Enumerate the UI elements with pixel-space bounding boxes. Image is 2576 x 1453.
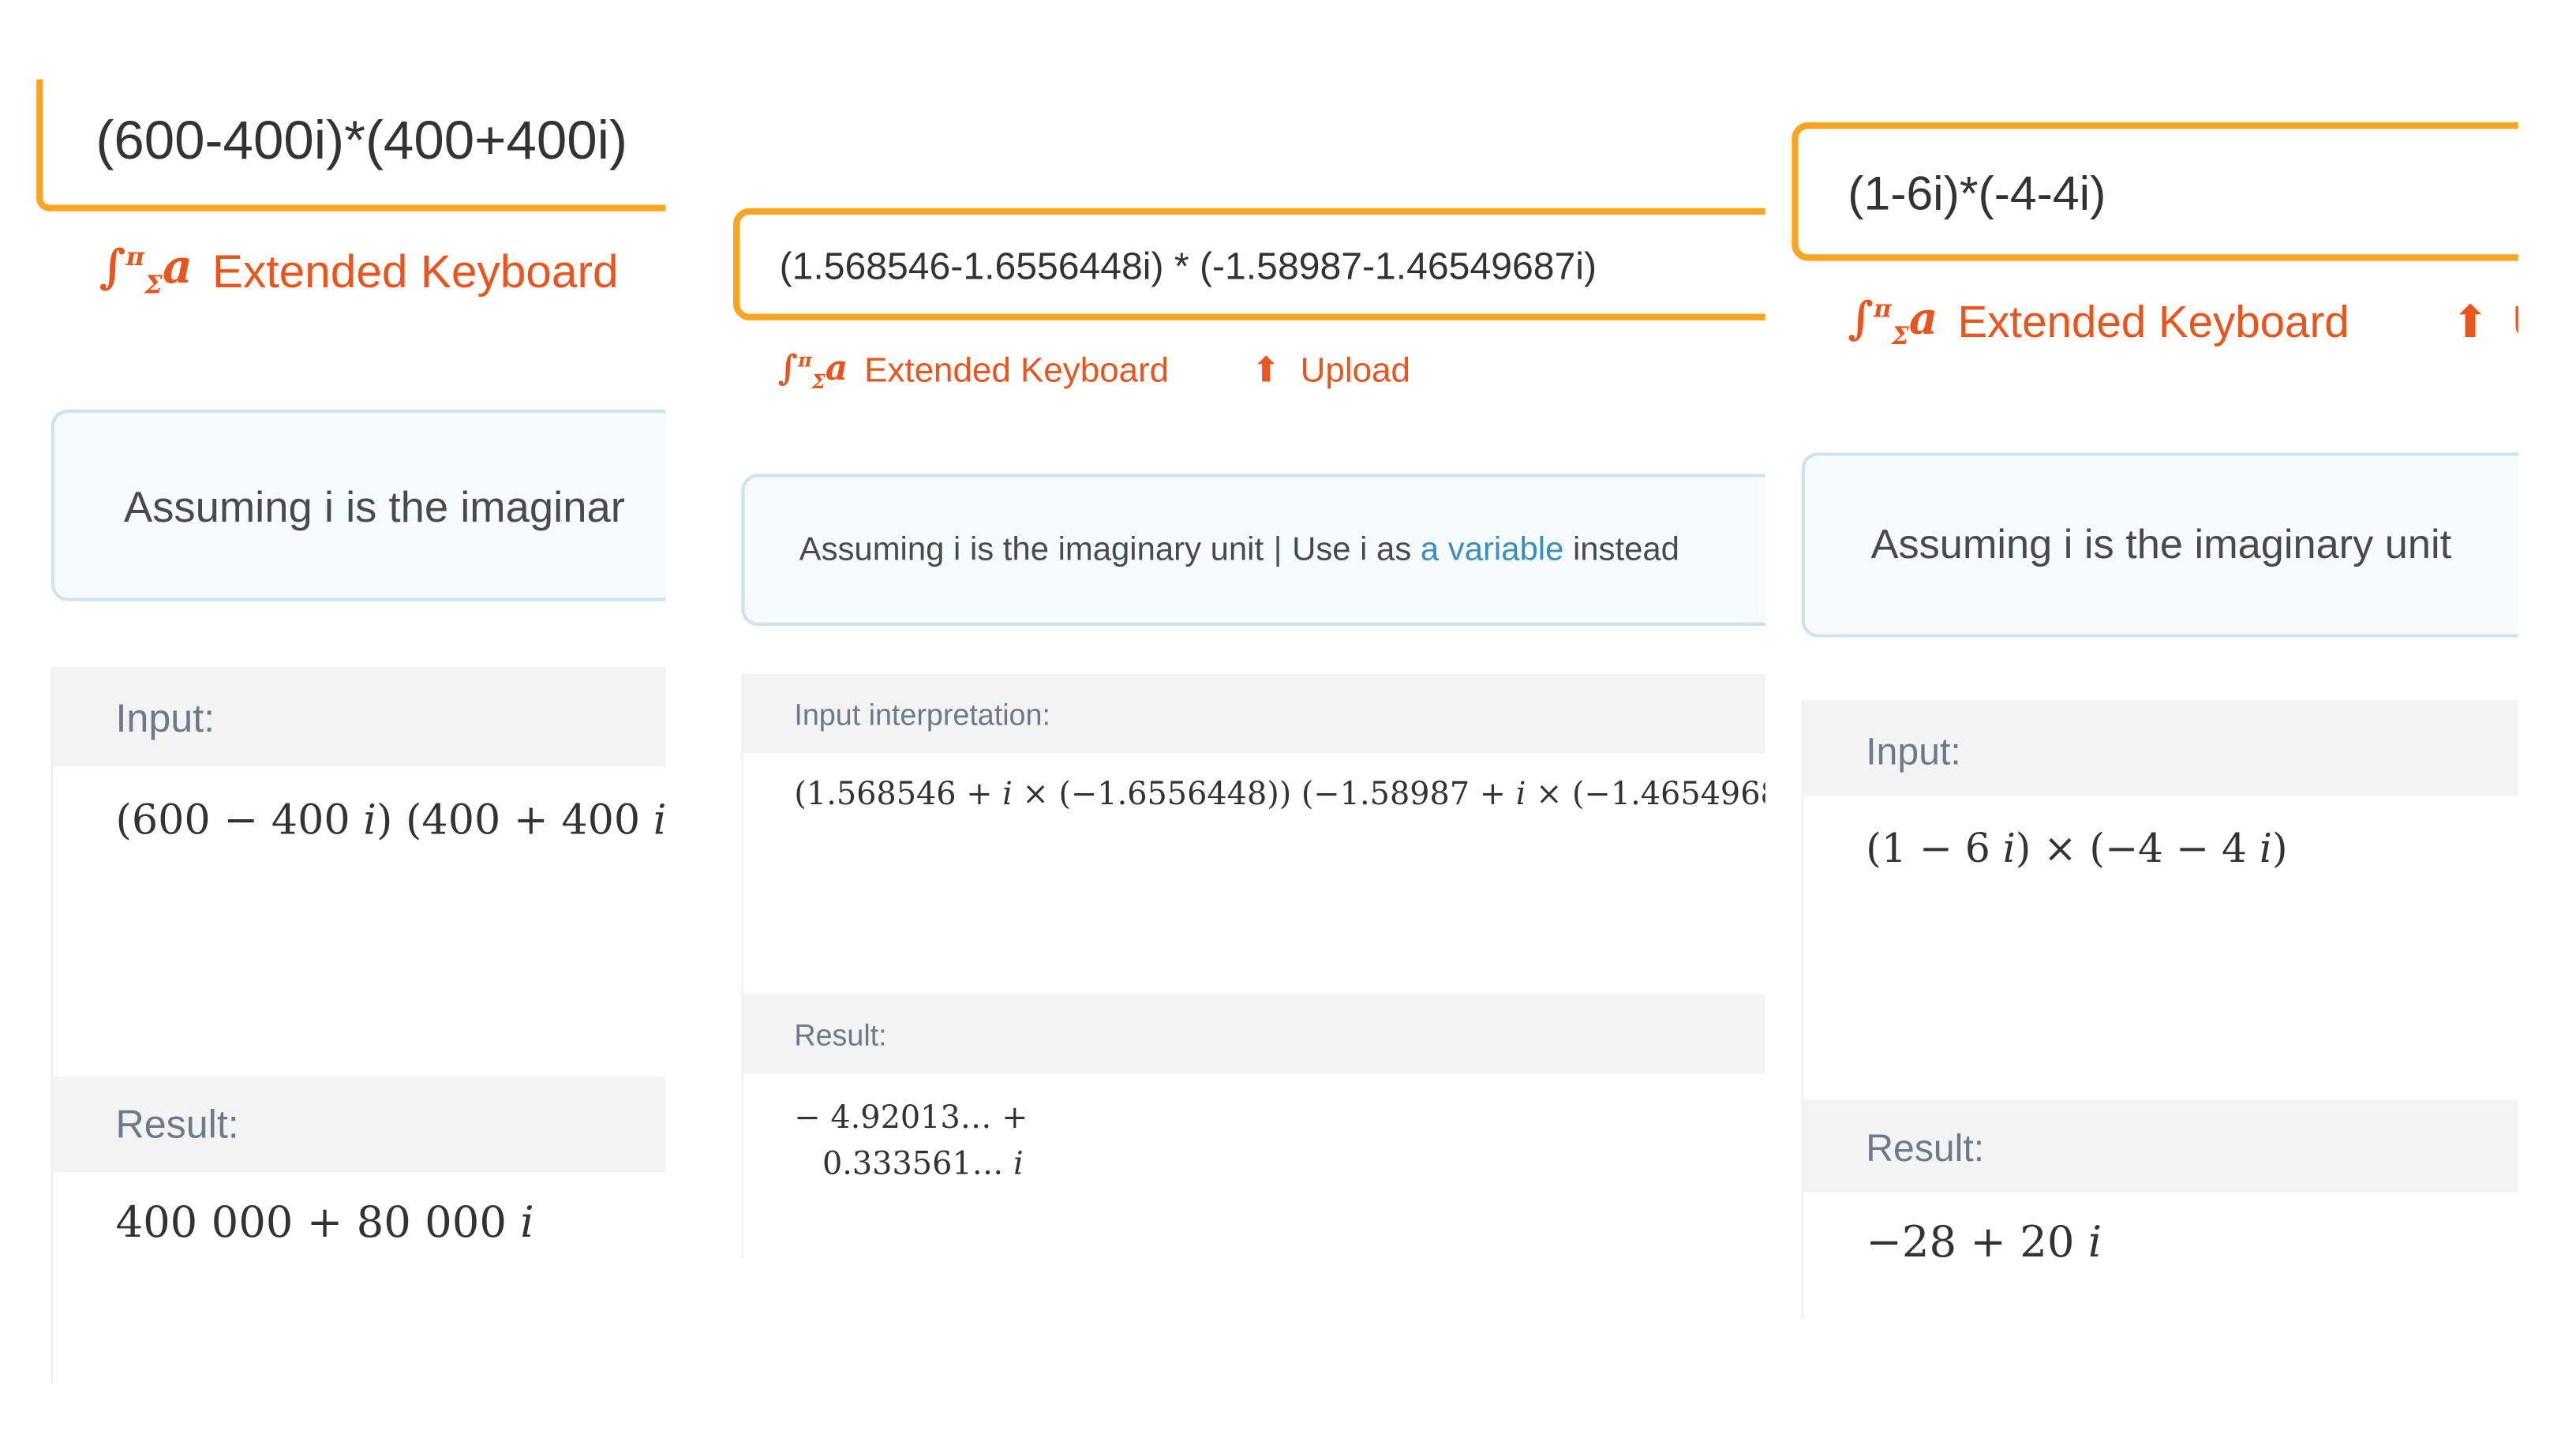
input-pod: Input interpretation: (1.568546 + 𝑖 × (−…: [741, 673, 1765, 998]
result-pod-title: Result:: [52, 1077, 666, 1173]
search-input[interactable]: (1.568546-1.6556448i) * (-1.58987-1.4654…: [732, 208, 1765, 320]
toolbar: ∫πΣa Extended Keyboard ⬆ Upload: [777, 350, 1410, 393]
result-title-text: Result:: [1866, 1125, 1985, 1170]
result-value: 400 000 + 80 000 𝑖: [115, 1199, 534, 1249]
extended-keyboard-icon: ∫πΣa: [1848, 294, 1938, 351]
assumption-text: Assuming i is the imaginar: [123, 481, 625, 532]
result-pod-title: Result:: [743, 994, 1765, 1073]
upload-label: U: [2512, 298, 2518, 349]
input-pod-title: Input:: [52, 667, 666, 766]
extended-keyboard-button[interactable]: ∫πΣa Extended Keyboard: [99, 239, 619, 300]
extended-keyboard-button[interactable]: ∫πΣa Extended Keyboard: [777, 350, 1169, 393]
extended-keyboard-label: Extended Keyboard: [864, 351, 1170, 390]
result-pod: Result: − 4.92013… + 0.333561… 𝑖: [741, 994, 1765, 1259]
extended-keyboard-icon: ∫πΣa: [99, 239, 193, 300]
extended-keyboard-label: Extended Keyboard: [212, 245, 619, 297]
assumption-text: Assuming i is the imaginary unit: [799, 531, 1264, 568]
assumption-box: Assuming i is the imaginar: [51, 409, 666, 601]
result-title-text: Result:: [115, 1103, 239, 1148]
result-title-text: Result:: [794, 1018, 887, 1052]
assumption-separator: |: [1273, 531, 1282, 568]
input-pod-title: Input:: [1803, 700, 2518, 796]
extended-keyboard-button[interactable]: ∫πΣa Extended Keyboard: [1848, 294, 2349, 351]
assumption-text: Assuming i is the imaginary unit: [1870, 522, 2452, 568]
input-expression: (1 − 6 𝑖) × (−4 − 4 𝑖): [1866, 826, 2288, 872]
upload-icon: ⬆: [1251, 352, 1281, 391]
input-pod-title: Input interpretation:: [743, 673, 1765, 754]
upload-icon: ⬆: [2451, 297, 2489, 347]
input-expression: (1.568546 + 𝑖 × (−1.6556448)) (−1.58987 …: [794, 776, 1765, 813]
search-query: (1-6i)*(-4-4i): [1848, 168, 2106, 222]
result-line-1: − 4.92013… +: [794, 1099, 1028, 1137]
search-query: (600-400i)*(400+400i): [95, 109, 628, 170]
result-value: −28 + 20 𝑖: [1866, 1219, 2102, 1268]
upload-label: Upload: [1300, 351, 1410, 390]
toolbar: ∫πΣa Extended Keyboard ⬆ U: [1848, 294, 2518, 351]
search-input[interactable]: (1-6i)*(-4-4i): [1792, 122, 2518, 261]
result-pod: Result: −28 + 20 𝑖: [1801, 1099, 2518, 1318]
extended-keyboard-label: Extended Keyboard: [1957, 297, 2349, 347]
panel-2: (1.568546-1.6556448i) * (-1.58987-1.4654…: [732, 208, 1765, 1259]
assumption-box: Assuming i is the imaginary unit | Use i a…: [741, 474, 1765, 626]
result-pod: Result: 400 000 + 80 000 𝑖: [51, 1077, 666, 1384]
input-expression: (600 − 400 𝑖) (400 + 400 𝑖): [115, 796, 666, 844]
panel-1: (600-400i)*(400+400i) ∫πΣa Extended Keyb…: [36, 79, 666, 1384]
upload-button[interactable]: ⬆ U: [2451, 298, 2518, 349]
search-input[interactable]: (600-400i)*(400+400i): [36, 79, 666, 212]
extended-keyboard-icon: ∫πΣa: [777, 346, 848, 394]
toolbar: ∫πΣa Extended Keyboard: [99, 239, 619, 300]
upload-button[interactable]: ⬆ Upload: [1252, 351, 1410, 391]
search-query: (1.568546-1.6556448i) * (-1.58987-1.4654…: [779, 244, 1597, 288]
input-title-text: Input:: [115, 696, 215, 742]
use-as-prefix: Use i as: [1292, 531, 1412, 568]
assumption-box: Assuming i is the imaginary unit: [1801, 452, 2518, 638]
screenshot-collage: (600-400i)*(400+400i) ∫πΣa Extended Keyb…: [0, 0, 2576, 1453]
input-pod: Input: (1 − 6 𝑖) × (−4 − 4 𝑖): [1801, 700, 2518, 1103]
result-pod-title: Result:: [1803, 1099, 2518, 1193]
panel-3: (1-6i)*(-4-4i) ∫πΣa Extended Keyboard ⬆ …: [1792, 122, 2518, 1318]
use-as-suffix: instead: [1572, 531, 1679, 568]
input-pod: Input: (600 − 400 𝑖) (400 + 400 𝑖): [51, 667, 666, 1080]
input-title-text: Input interpretation:: [794, 698, 1050, 732]
variable-link[interactable]: a variable: [1421, 532, 1563, 568]
result-line-2: 0.333561… 𝑖: [822, 1146, 1024, 1183]
input-title-text: Input:: [1866, 729, 1961, 773]
